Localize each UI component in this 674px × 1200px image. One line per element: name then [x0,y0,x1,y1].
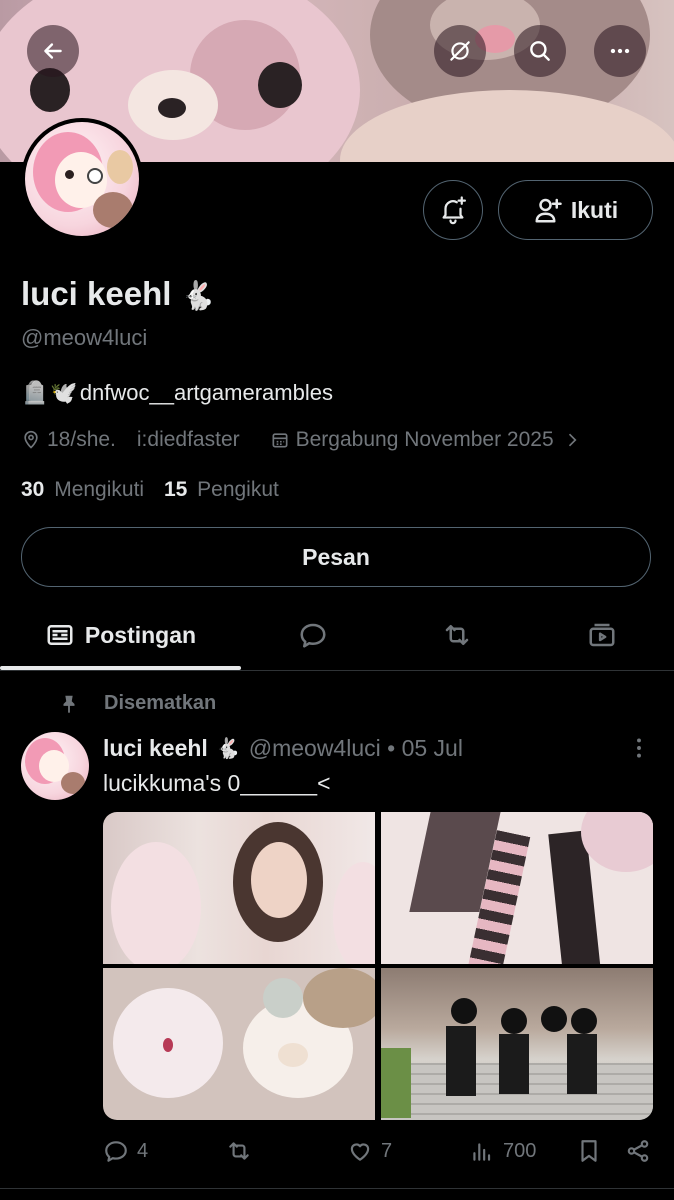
followers-label: Pengikut [197,478,279,501]
profile-stats: 30 Mengikuti 15 Pengikut [21,478,279,502]
repost-action[interactable] [226,1138,260,1164]
bookmark-icon [581,1140,597,1162]
tab-posts[interactable]: Postingan [0,600,241,670]
profile-meta: 18/she. i:diedfaster Bergabung November … [21,428,588,452]
search-icon [530,41,550,61]
post-author-emoji: 🐇 [215,738,241,760]
bio-emoji-headstone: 🪦 [21,380,49,405]
banner-bear-left-eye2 [258,62,302,108]
repost-icon [229,1142,249,1160]
profile-name-text: luci keehl [21,275,172,312]
following-link[interactable]: 30 Mengikuti [21,478,150,501]
notify-button[interactable] [423,180,483,240]
post-author-name[interactable]: luci keehl [103,735,208,762]
tab-media[interactable] [529,600,674,670]
grok-icon [450,41,470,61]
heart-icon [350,1143,370,1161]
more-horizontal-icon [610,48,630,54]
grok-button[interactable] [434,25,486,77]
post-image-2[interactable] [381,812,653,964]
views-action[interactable]: 700 [469,1138,536,1164]
post-media-grid [103,812,653,1120]
post-image-4[interactable] [381,968,653,1120]
followers-link[interactable]: 15 Pengikut [164,478,279,501]
share-action[interactable] [625,1138,659,1164]
follow-label: Ikuti [570,196,619,223]
banner-bear-left-mouth [158,98,186,118]
tab-replies[interactable] [241,600,385,670]
post-image-1[interactable] [103,812,375,964]
views-count: 700 [503,1139,537,1162]
post-text: lucikkuma's 0______< [103,770,331,796]
profile-handle: @meow4luci [21,325,148,350]
media-icon [589,623,614,647]
calendar-icon [272,433,288,448]
back-button[interactable] [27,25,79,77]
profile-name: luci keehl 🐇 [21,275,215,313]
follow-button[interactable]: Ikuti [498,180,653,240]
pin-icon [63,695,75,713]
profile-avatar[interactable] [21,118,143,240]
chevron-right-icon[interactable] [562,430,582,450]
profile-joined: Bergabung November 2025 [295,428,554,451]
reply-icon [105,1141,127,1162]
like-action[interactable]: 7 [347,1138,392,1164]
profile-tabs: Postingan [0,600,674,671]
post-image-3[interactable] [103,968,375,1120]
pinned-label: Disematkan [104,692,217,714]
bookmark-action[interactable] [576,1138,610,1164]
post-author-avatar[interactable] [21,732,89,800]
tab-posts-label: Postingan [84,621,197,648]
share-icon [627,1140,649,1162]
more-button[interactable] [594,25,646,77]
profile-bio: 🪦 🕊️ dnfwoc__artgamerambles [21,380,333,406]
search-button[interactable] [514,25,566,77]
replies-icon [300,623,326,648]
profile-website[interactable]: i:diedfaster [137,428,240,452]
bio-emoji-dove: 🕊️ [50,380,78,405]
reposts-icon [445,625,469,645]
following-count: 30 [21,478,45,501]
profile-location: 18/she. [47,428,116,451]
arrow-left-icon [44,43,62,59]
views-icon [473,1143,491,1161]
banner-bear-right-shirt [340,90,674,162]
bell-plus-icon [442,196,466,225]
tab-active-indicator [0,666,241,670]
posts-icon [47,625,73,645]
user-plus-icon [535,198,562,223]
post-header: luci keehl 🐇 @meow4luci • 05 Jul [103,735,463,762]
followers-count: 15 [163,478,188,501]
location-icon [24,430,38,449]
bio-text: dnfwoc__artgamerambles [79,380,333,405]
avatar-image [25,122,139,236]
reply-count: 4 [137,1139,149,1162]
post-handle-date[interactable]: @meow4luci • 05 Jul [249,735,463,762]
message-button[interactable]: Pesan [21,527,651,587]
following-label: Mengikuti [54,478,145,501]
post-divider [0,1188,674,1189]
pinned-indicator: Disematkan [58,692,216,715]
reply-action[interactable]: 4 [103,1138,148,1164]
profile-name-emoji: 🐇 [180,280,216,311]
tab-reposts[interactable] [385,600,529,670]
post-more-icon[interactable] [626,735,652,761]
like-count: 7 [381,1139,393,1162]
